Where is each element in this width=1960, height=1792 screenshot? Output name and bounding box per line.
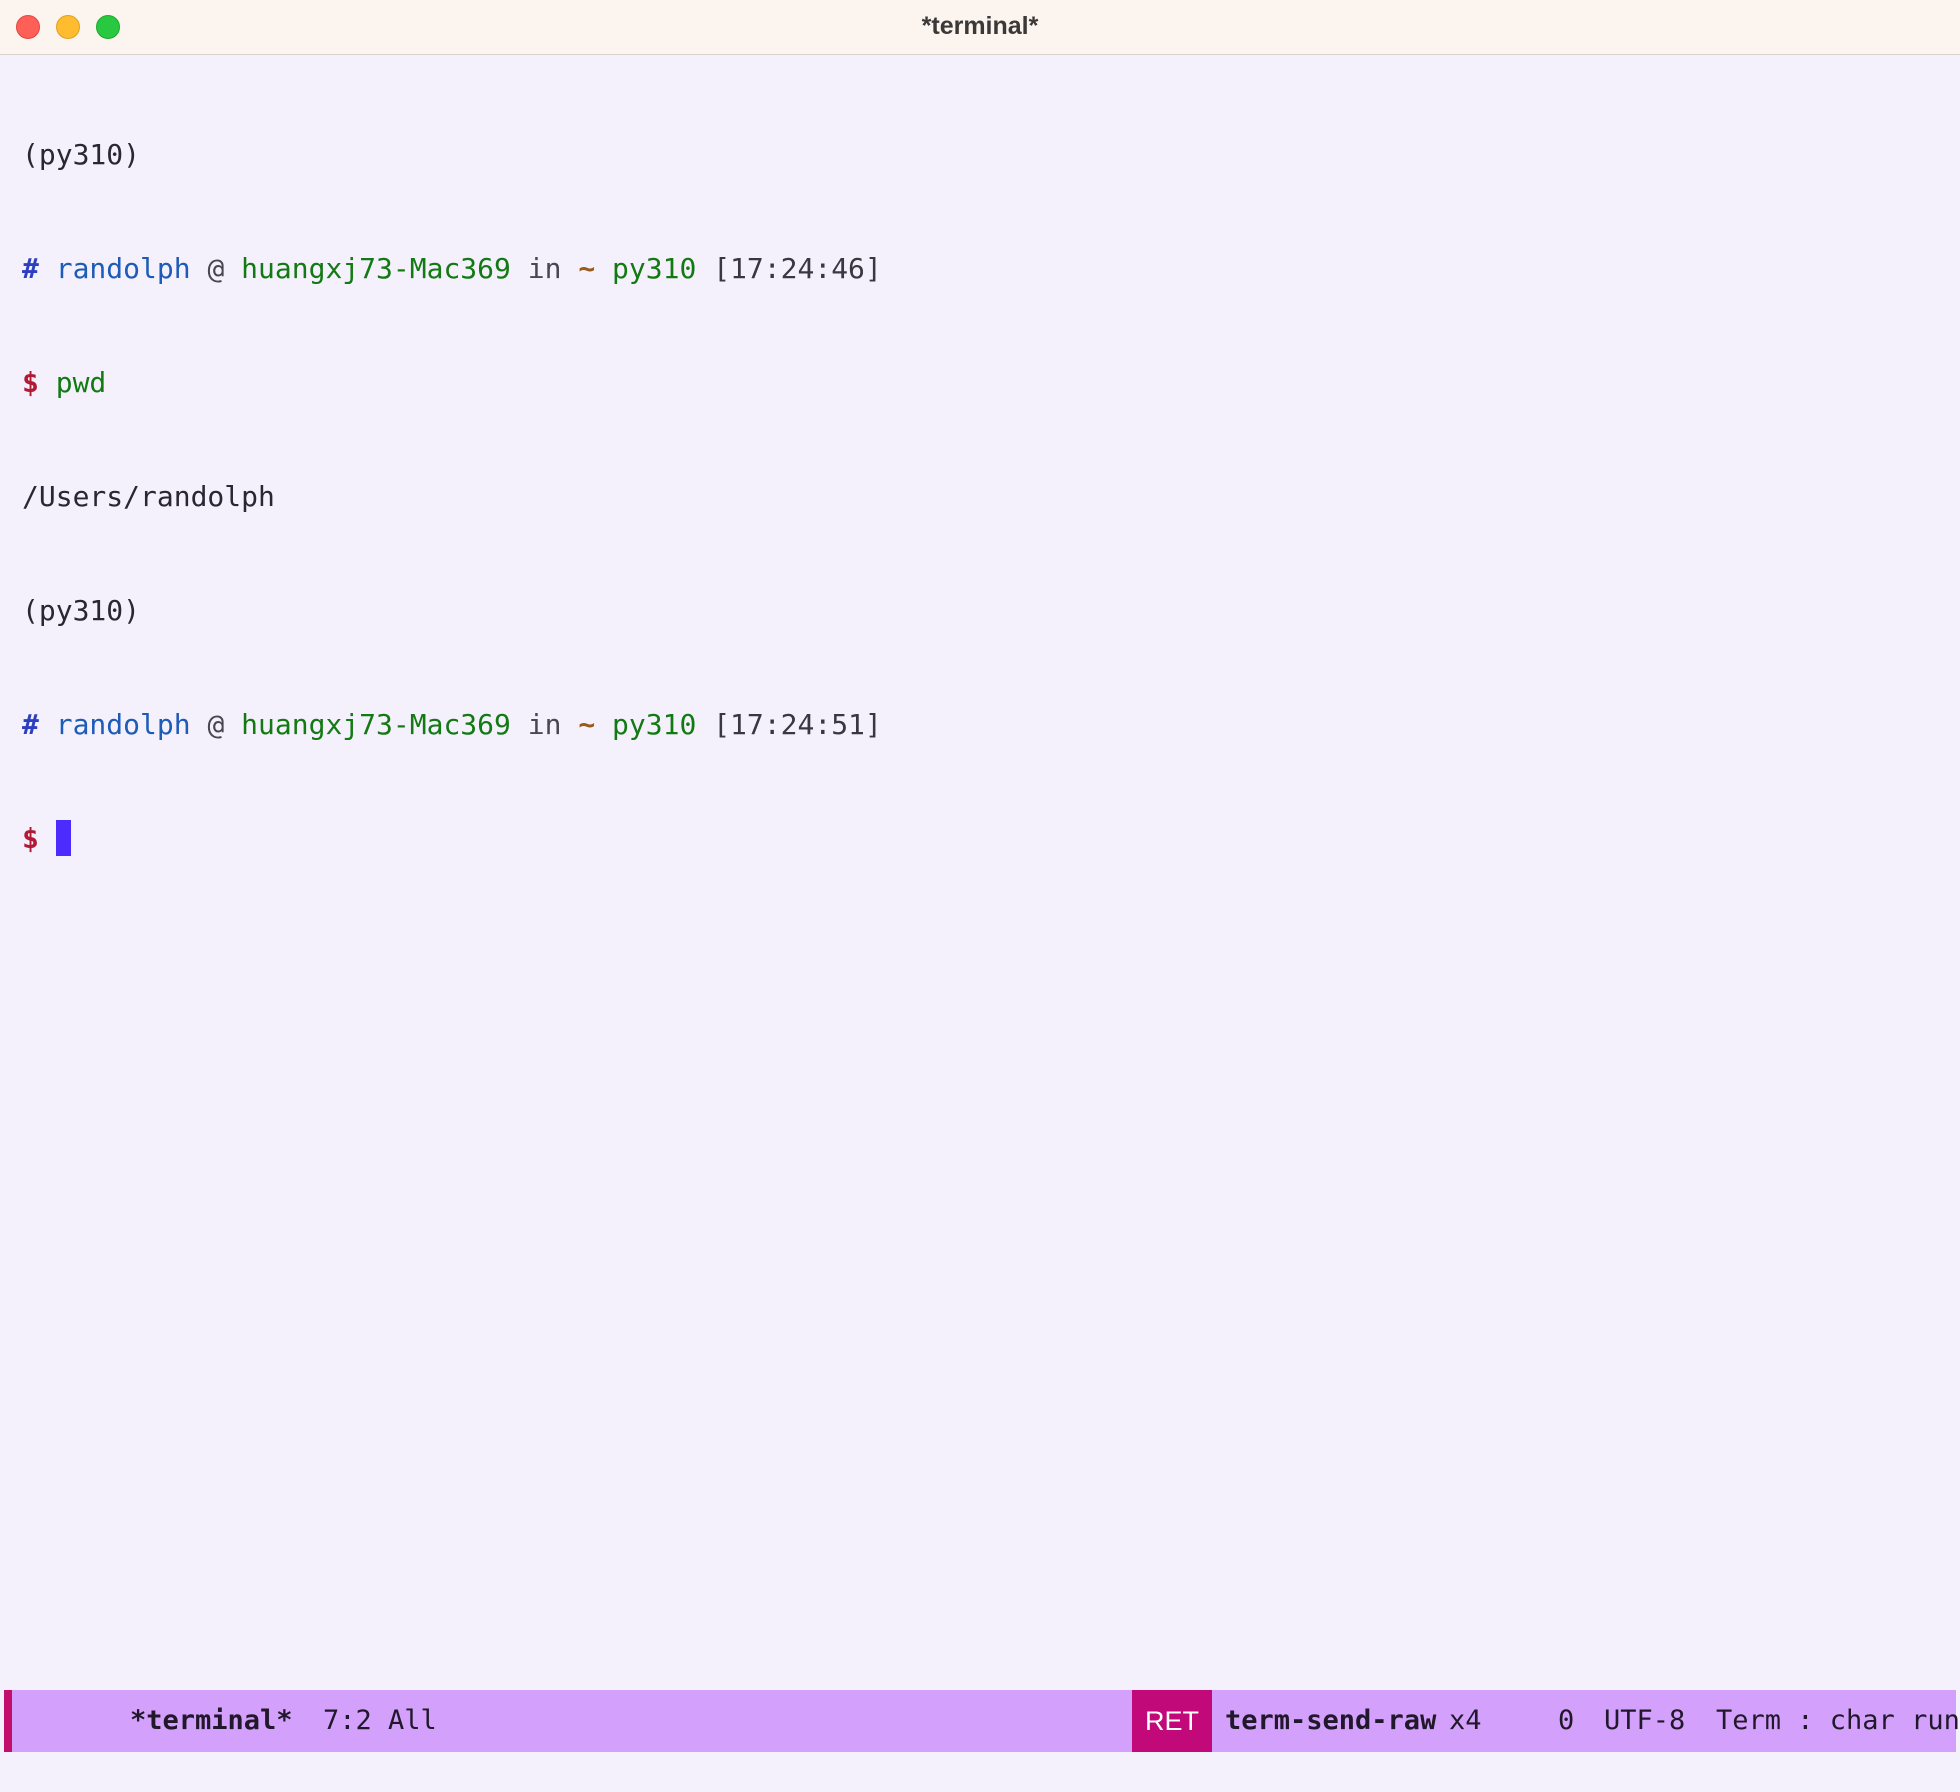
- prompt-in: in: [527, 252, 562, 285]
- terminal-line: (py310): [22, 136, 882, 174]
- major-mode[interactable]: Term : char run: [1716, 1690, 1960, 1752]
- prompt-directory: ~: [578, 252, 596, 285]
- last-command: term-send-raw: [1225, 1705, 1437, 1736]
- prompt-in: in: [527, 708, 562, 741]
- prompt-host: huangxj73-Mac369: [241, 708, 511, 741]
- command-line: $: [22, 820, 882, 858]
- prompt-at: @: [207, 708, 225, 741]
- prompt-line: # randolph @ huangxj73-Mac369 in ~ py310…: [22, 706, 882, 744]
- encoding[interactable]: UTF-8: [1604, 1690, 1685, 1752]
- title-bar: *terminal*: [0, 0, 1960, 55]
- prompt-user: randolph: [55, 252, 191, 285]
- terminal-window: *terminal* (py310) # randolph @ huangxj7…: [0, 0, 1960, 1792]
- command-line: $ pwd: [22, 364, 882, 402]
- venv-indicator: (py310): [22, 138, 141, 171]
- mail-count[interactable]: 0: [1558, 1690, 1574, 1752]
- command-output: /Users/randolph: [22, 480, 275, 513]
- prompt-env: py310: [612, 708, 697, 741]
- cursor-position[interactable]: 7:2 All: [323, 1690, 437, 1752]
- window-title: *terminal*: [921, 12, 1039, 40]
- prompt-dollar: $: [22, 366, 39, 399]
- prompt-time: [17:24:46]: [713, 252, 882, 285]
- venv-indicator: (py310): [22, 594, 141, 627]
- prompt-hash: #: [22, 252, 39, 285]
- key-badge: RET: [1132, 1690, 1212, 1752]
- prompt-hash: #: [22, 708, 39, 741]
- prompt-line: # randolph @ huangxj73-Mac369 in ~ py310…: [22, 250, 882, 288]
- text-cursor[interactable]: [55, 820, 71, 856]
- prompt-host: huangxj73-Mac369: [241, 252, 511, 285]
- prompt-directory: ~: [578, 708, 596, 741]
- terminal-output[interactable]: (py310) # randolph @ huangxj73-Mac369 in…: [22, 60, 882, 934]
- command-repeat: x4: [1449, 1705, 1482, 1736]
- buffer-name[interactable]: *terminal*: [130, 1690, 293, 1752]
- prompt-time: [17:24:51]: [713, 708, 882, 741]
- prompt-at: @: [207, 252, 225, 285]
- prompt-env: py310: [612, 252, 697, 285]
- command-text: pwd: [55, 366, 107, 399]
- prompt-dollar: $: [22, 822, 39, 855]
- terminal-line: (py310): [22, 592, 882, 630]
- prompt-user: randolph: [55, 708, 191, 741]
- mode-line: *terminal* 7:2 All RET term-send-raw x4 …: [4, 1690, 1960, 1752]
- terminal-line: /Users/randolph: [22, 478, 882, 516]
